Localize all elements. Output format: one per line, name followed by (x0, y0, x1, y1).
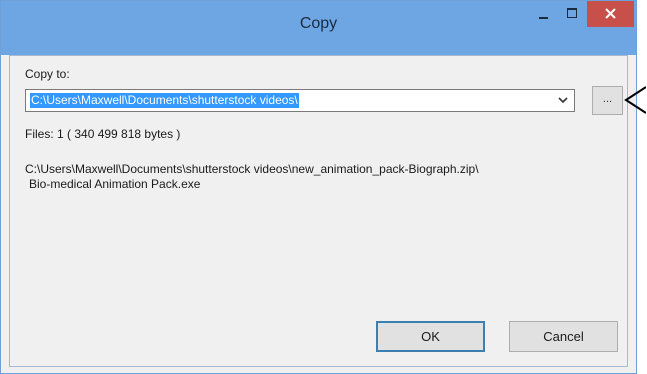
chevron-down-icon[interactable] (558, 96, 568, 104)
title-bar[interactable]: Copy (1, 1, 636, 55)
close-button[interactable] (587, 1, 634, 27)
annotation-arrow-icon (624, 86, 646, 114)
source-path-line-2: Bio-medical Animation Pack.exe (29, 177, 201, 191)
ok-button[interactable]: OK (376, 321, 485, 352)
source-path-line-1: C:\Users\Maxwell\Documents\shutterstock … (25, 162, 479, 176)
maximize-button[interactable] (559, 1, 585, 29)
cancel-button[interactable]: Cancel (509, 321, 618, 352)
minimize-button[interactable] (531, 1, 557, 29)
destination-path-combobox[interactable]: C:\Users\Maxwell\Documents\shutterstock … (25, 89, 575, 112)
files-summary: Files: 1 ( 340 499 818 bytes ) (25, 127, 181, 141)
close-icon (605, 8, 616, 19)
destination-path-value[interactable]: C:\Users\Maxwell\Documents\shutterstock … (30, 93, 299, 108)
copy-to-label: Copy to: (25, 67, 70, 81)
browse-button[interactable]: ... (592, 86, 623, 115)
